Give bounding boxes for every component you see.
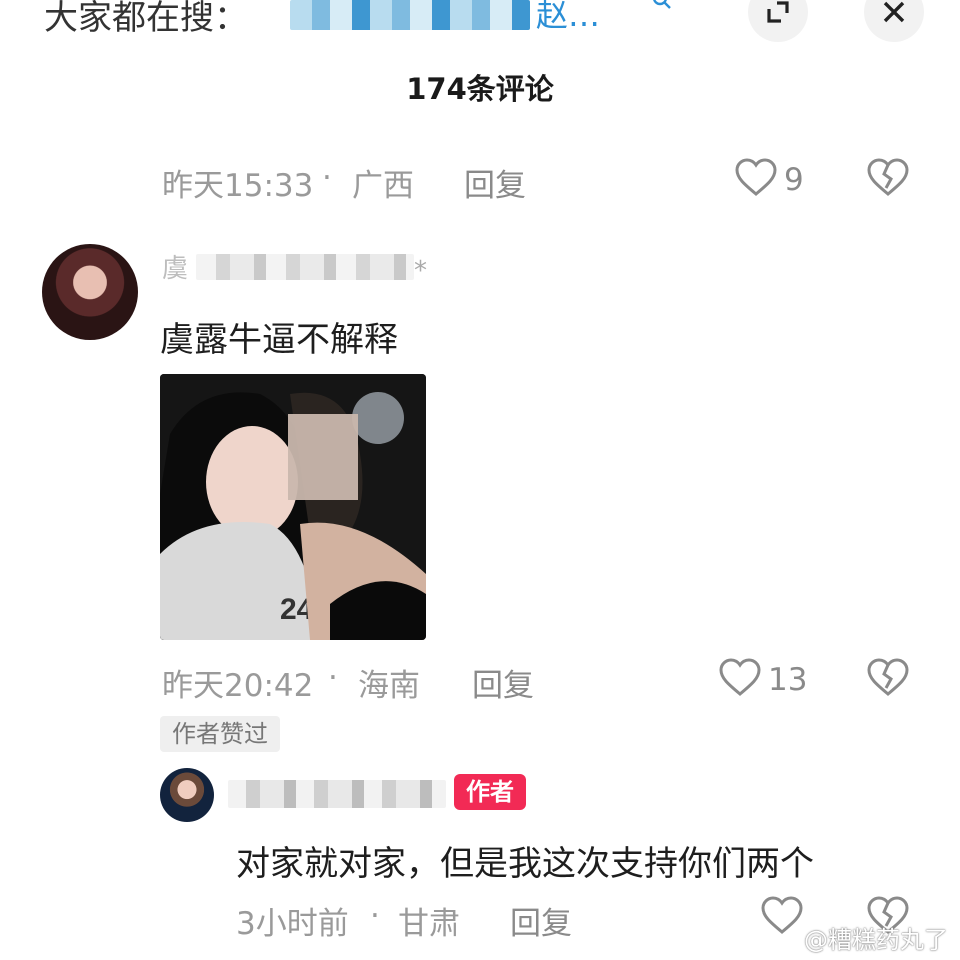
- author-badge: 作者: [454, 774, 526, 810]
- reply-button[interactable]: 回复: [472, 660, 534, 705]
- username-asterisk: *: [414, 256, 427, 286]
- comment-photo[interactable]: 24: [160, 374, 426, 640]
- search-prefix-label: 大家都在搜：: [44, 0, 248, 38]
- like-count: 13: [768, 662, 808, 698]
- like-heart-icon[interactable]: [734, 158, 778, 198]
- comment-time: 3小时前: [236, 906, 349, 942]
- avatar[interactable]: [160, 768, 214, 822]
- dislike-broken-heart-icon[interactable]: [866, 658, 910, 698]
- dislike-broken-heart-icon[interactable]: [866, 158, 910, 198]
- username-blurred[interactable]: [228, 780, 446, 808]
- search-icon[interactable]: [650, 0, 674, 16]
- comment-text: 虞露牛逼不解释: [160, 320, 398, 360]
- meta-separator: ·: [328, 660, 338, 696]
- like-count: 9: [784, 162, 804, 198]
- like-heart-icon[interactable]: [718, 658, 762, 698]
- top-search-bar[interactable]: 大家都在搜： 赵…: [0, 0, 960, 48]
- fullscreen-icon: [767, 1, 789, 23]
- avatar[interactable]: [42, 244, 138, 340]
- reply-button[interactable]: 回复: [464, 160, 526, 205]
- watermark: @糟糕药丸了: [804, 926, 948, 954]
- comment-location: 甘肃: [398, 906, 460, 942]
- author-liked-badge: 作者赞过: [160, 716, 280, 752]
- username-visible-char[interactable]: 虞: [162, 248, 188, 285]
- comment-time: 昨天20:42: [162, 668, 314, 704]
- comment-time: 昨天15:33: [162, 168, 314, 204]
- meta-separator: ·: [370, 898, 380, 934]
- reply-text: 对家就对家，但是我这次支持你们两个: [236, 844, 814, 884]
- meta-separator: ·: [322, 160, 332, 196]
- comment-location: 广西: [352, 168, 414, 204]
- comment-count-title: 174条评论: [406, 72, 554, 106]
- comment-location: 海南: [358, 668, 420, 704]
- search-query-blurred[interactable]: [290, 0, 530, 30]
- reply-button[interactable]: 回复: [510, 898, 572, 943]
- search-suffix-link[interactable]: 赵…: [536, 0, 600, 36]
- like-heart-icon[interactable]: [760, 896, 804, 936]
- close-icon: [883, 1, 905, 23]
- username-blurred[interactable]: [196, 254, 414, 280]
- photo-image: 24: [160, 374, 426, 640]
